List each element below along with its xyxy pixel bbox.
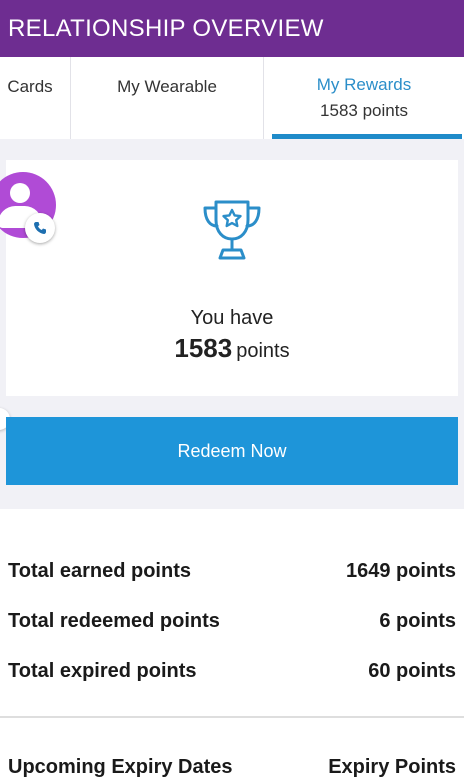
page-title: RELATIONSHIP OVERVIEW: [8, 14, 324, 42]
expiry-points-header: Expiry Points: [328, 755, 456, 778]
phone-icon[interactable]: [25, 213, 55, 243]
tab-my-wearable-label: My Wearable: [117, 77, 217, 96]
tab-cards-label: Cards: [7, 77, 53, 96]
summary-label: Total redeemed points: [8, 609, 220, 632]
you-have-label: You have: [190, 307, 274, 329]
summary-value: 60 points: [368, 659, 456, 682]
summary-row-earned: Total earned points 1649 points: [8, 558, 456, 584]
points-balance: 1583 points: [0, 333, 464, 364]
summary-value: 1649 points: [345, 559, 456, 582]
tab-my-wearable[interactable]: My Wearable: [71, 57, 264, 139]
expiry-dates-header: Upcoming Expiry Dates: [8, 755, 233, 778]
summary-label: Total earned points: [8, 559, 191, 582]
points-balance-value: 1583: [174, 333, 233, 363]
points-balance-unit: points: [236, 340, 290, 362]
summary-row-expired: Total expired points 60 points: [8, 658, 456, 684]
tab-my-rewards-points: 1583 points: [320, 101, 408, 120]
expiry-table-header: Upcoming Expiry Dates Expiry Points: [8, 754, 456, 780]
trophy-icon: [203, 200, 261, 260]
tab-my-rewards[interactable]: My Rewards 1583 points: [264, 57, 464, 139]
summary-row-redeemed: Total redeemed points 6 points: [8, 608, 456, 634]
summary-label: Total expired points: [8, 659, 197, 682]
tab-my-rewards-label: My Rewards: [316, 75, 412, 94]
summary-value: 6 points: [379, 609, 456, 632]
redeem-now-button[interactable]: Redeem Now: [6, 417, 458, 485]
phone-glyph: [34, 222, 46, 234]
avatar-head: [10, 183, 30, 203]
tab-bar: Cards My Wearable My Rewards 1583 points: [0, 57, 464, 140]
section-divider: [0, 716, 464, 718]
tab-cards[interactable]: Cards: [0, 57, 71, 139]
app-header: RELATIONSHIP OVERVIEW: [0, 0, 464, 57]
